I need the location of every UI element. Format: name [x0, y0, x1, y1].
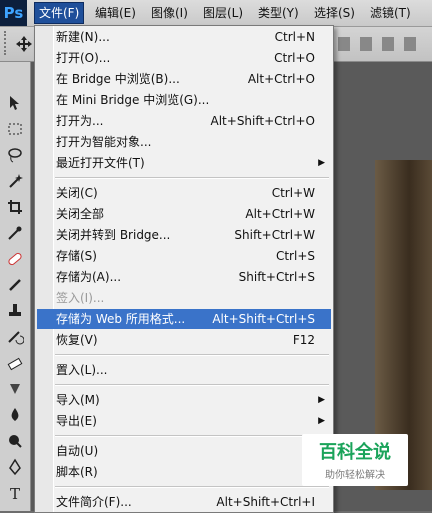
magic-wand-icon[interactable] [3, 170, 27, 192]
menu-item-scripts[interactable]: 脚本(R) [37, 462, 331, 482]
menu-image[interactable]: 图像(I) [147, 3, 192, 23]
menu-item-label: 恢复(V) [56, 333, 98, 347]
menu-item-save[interactable]: 存储(S) Ctrl+S [37, 246, 331, 266]
eyedropper-icon[interactable] [3, 222, 27, 244]
submenu-arrow-icon: ▶ [318, 416, 325, 426]
clone-stamp-icon[interactable] [3, 300, 27, 322]
menu-filter[interactable]: 滤镜(T) [366, 3, 415, 23]
menu-layer[interactable]: 图层(L) [199, 3, 247, 23]
menu-file[interactable]: 文件(F) [34, 2, 85, 24]
menu-item-label: 文件简介(F)... [56, 495, 132, 509]
menu-separator [55, 435, 329, 437]
menu-item-open[interactable]: 打开(O)... Ctrl+O [37, 48, 331, 68]
menu-item-shortcut: Alt+Ctrl+O [247, 72, 315, 86]
menu-item-shortcut: Shift+Ctrl+S [238, 270, 315, 284]
photoshop-logo: Ps [0, 0, 27, 26]
menu-item-close-all[interactable]: 关闭全部 Alt+Ctrl+W [37, 204, 331, 224]
menu-item-place[interactable]: 置入(L)... [37, 360, 331, 380]
menu-item-shortcut: Ctrl+O [274, 51, 315, 65]
menu-item-shortcut: Ctrl+N [274, 30, 315, 44]
menu-item-label: 存储为(A)... [56, 270, 122, 284]
menu-item-shortcut: F12 [292, 333, 315, 347]
type-icon[interactable]: T [3, 482, 27, 504]
lasso-icon[interactable] [3, 144, 27, 166]
menu-item-label: 打开(O)... [56, 51, 111, 65]
move-tool-preset-icon[interactable] [14, 34, 34, 54]
history-brush-icon[interactable] [3, 326, 27, 348]
menu-item-label: 在 Mini Bridge 中浏览(G)... [56, 93, 210, 107]
menu-item-close-go-bridge[interactable]: 关闭并转到 Bridge... Shift+Ctrl+W [37, 225, 331, 245]
menu-separator [55, 486, 329, 488]
menu-item-import[interactable]: 导入(M) ▶ [37, 390, 331, 410]
menu-item-shortcut: Ctrl+W [271, 186, 315, 200]
align-icon[interactable] [382, 37, 394, 51]
menu-item-label: 打开为智能对象... [56, 135, 152, 149]
menu-item-shortcut: Alt+Shift+Ctrl+S [212, 312, 315, 326]
menu-item-browse-mini-bridge[interactable]: 在 Mini Bridge 中浏览(G)... [37, 90, 331, 110]
menu-item-shortcut: Shift+Ctrl+W [234, 228, 315, 242]
menu-item-save-for-web[interactable]: 存储为 Web 所用格式... Alt+Shift+Ctrl+S [37, 309, 331, 329]
blur-icon[interactable] [3, 404, 27, 426]
menu-item-close[interactable]: 关闭(C) Ctrl+W [37, 183, 331, 203]
menu-item-open-smart-object[interactable]: 打开为智能对象... [37, 132, 331, 152]
menu-item-label: 关闭(C) [56, 186, 98, 200]
eraser-icon[interactable] [3, 352, 27, 374]
menu-select[interactable]: 选择(S) [310, 3, 359, 23]
menu-item-label: 置入(L)... [56, 363, 108, 377]
menu-item-label: 存储为 Web 所用格式... [56, 312, 186, 326]
file-menu-dropdown: 新建(N)... Ctrl+N 打开(O)... Ctrl+O 在 Bridge… [34, 25, 334, 513]
menu-item-label: 在 Bridge 中浏览(B)... [56, 72, 180, 86]
menu-item-label: 存储(S) [56, 249, 97, 263]
menu-item-label: 关闭全部 [56, 207, 105, 221]
dodge-icon[interactable] [3, 430, 27, 452]
menu-item-label: 打开为... [56, 114, 104, 128]
menu-item-label: 最近打开文件(T) [56, 156, 145, 170]
menu-edit[interactable]: 编辑(E) [91, 3, 140, 23]
submenu-arrow-icon: ▶ [318, 395, 325, 405]
watermark-title: 百科全说 [319, 442, 391, 463]
align-icon[interactable] [404, 37, 416, 51]
watermark-logo: 百科全说 助你轻松解决 [302, 434, 408, 486]
menu-item-file-info[interactable]: 文件简介(F)... Alt+Shift+Ctrl+I [37, 492, 331, 512]
menu-item-shortcut: Alt+Ctrl+W [245, 207, 315, 221]
menu-item-label: 导出(E) [56, 414, 97, 428]
menu-item-export[interactable]: 导出(E) ▶ [37, 411, 331, 431]
menu-item-label: 签入(I)... [56, 291, 105, 305]
marquee-icon[interactable] [3, 118, 27, 140]
menu-item-label: 导入(M) [56, 393, 100, 407]
menu-item-shortcut: Ctrl+S [275, 249, 315, 263]
menu-type[interactable]: 类型(Y) [254, 3, 303, 23]
menu-separator [55, 177, 329, 179]
submenu-arrow-icon: ▶ [318, 158, 325, 168]
menu-item-label: 自动(U) [56, 444, 99, 458]
menu-item-shortcut: Alt+Shift+Ctrl+I [216, 495, 315, 509]
menu-item-label: 新建(N)... [56, 30, 110, 44]
menu-item-label: 关闭并转到 Bridge... [56, 228, 171, 242]
watermark-subtitle: 助你轻松解决 [325, 470, 385, 481]
align-icon[interactable] [360, 37, 372, 51]
menu-item-new[interactable]: 新建(N)... Ctrl+N [37, 27, 331, 47]
move-icon[interactable] [3, 92, 27, 114]
toolbox: T [0, 62, 31, 511]
menu-separator [55, 384, 329, 386]
menu-item-open-as[interactable]: 打开为... Alt+Shift+Ctrl+O [37, 111, 331, 131]
menu-item-check-in: 签入(I)... [37, 288, 331, 308]
menu-item-shortcut: Alt+Shift+Ctrl+O [210, 114, 315, 128]
brush-icon[interactable] [3, 274, 27, 296]
menu-item-revert[interactable]: 恢复(V) F12 [37, 330, 331, 350]
menu-item-save-as[interactable]: 存储为(A)... Shift+Ctrl+S [37, 267, 331, 287]
menu-item-recent-files[interactable]: 最近打开文件(T) ▶ [37, 153, 331, 173]
align-icon[interactable] [338, 37, 350, 51]
menu-bar: Ps 文件(F) 编辑(E) 图像(I) 图层(L) 类型(Y) 选择(S) 滤… [0, 0, 432, 27]
menu-separator [55, 354, 329, 356]
menu-item-label: 脚本(R) [56, 465, 98, 479]
healing-brush-icon[interactable] [3, 248, 27, 270]
svg-text:T: T [10, 485, 20, 502]
pen-icon[interactable] [3, 456, 27, 478]
gradient-icon[interactable] [3, 378, 27, 400]
menu-item-browse-bridge[interactable]: 在 Bridge 中浏览(B)... Alt+Ctrl+O [37, 69, 331, 89]
options-grip[interactable] [4, 31, 14, 55]
menu-item-automate[interactable]: 自动(U) [37, 441, 331, 461]
crop-icon[interactable] [3, 196, 27, 218]
